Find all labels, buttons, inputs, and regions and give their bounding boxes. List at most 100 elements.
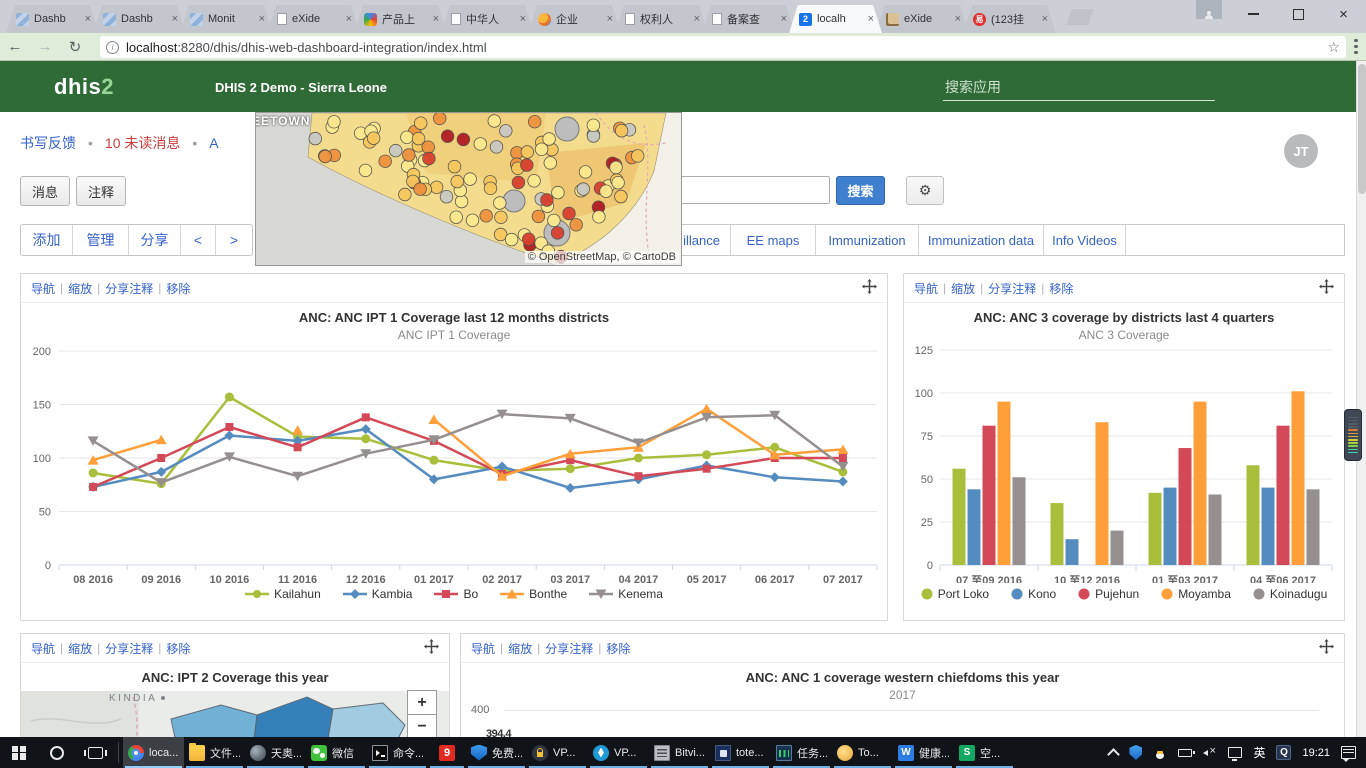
tab-close-icon[interactable]: ×: [692, 13, 702, 25]
taskbar-app-6-shield[interactable]: 免费...: [466, 737, 527, 768]
bookmark-star-icon[interactable]: ☆: [1327, 39, 1340, 56]
messages-button[interactable]: 消息: [20, 176, 70, 206]
close-button[interactable]: ×: [1321, 0, 1366, 28]
forward-button[interactable]: →: [30, 38, 60, 55]
browser-tab-9[interactable]: 2localh×: [789, 5, 882, 33]
legend-item-kenema[interactable]: Kenema: [589, 587, 663, 601]
tab-close-icon[interactable]: ×: [83, 13, 93, 25]
scrollbar-thumb[interactable]: [1358, 64, 1366, 194]
tab-close-icon[interactable]: ×: [518, 13, 528, 25]
taskbar-app-2-globe[interactable]: 天奥...: [245, 737, 306, 768]
panel-share-link[interactable]: 分享注释: [105, 280, 153, 297]
browser-tab-5[interactable]: 中华人×: [441, 5, 534, 33]
annotations-button[interactable]: 注释: [76, 176, 126, 206]
taskbar-app-12-tomcat[interactable]: To...: [832, 737, 893, 768]
taskbar-app-13-blueW[interactable]: W健康...: [893, 737, 954, 768]
panel-zoom-link[interactable]: 缩放: [68, 640, 92, 657]
panel-share-link[interactable]: 分享注释: [545, 640, 593, 657]
panel-remove-link[interactable]: 移除: [1049, 280, 1073, 297]
browser-tab-1[interactable]: Dashb×: [93, 5, 186, 33]
action-center-icon[interactable]: [1341, 746, 1356, 759]
legend-item-pujehun[interactable]: Pujehun: [1078, 587, 1139, 601]
legend-item-koinadugu[interactable]: Koinadugu: [1253, 587, 1327, 601]
next-button[interactable]: >: [216, 225, 252, 255]
browser-menu-icon[interactable]: [1354, 39, 1358, 55]
tab-close-icon[interactable]: ×: [344, 13, 354, 25]
tab-close-icon[interactable]: ×: [257, 13, 267, 25]
bubble-map[interactable]: [256, 113, 682, 266]
browser-profile-icon[interactable]: [1196, 0, 1222, 19]
maximize-button[interactable]: [1276, 0, 1321, 28]
legend-item-bonthe[interactable]: Bonthe: [500, 587, 567, 601]
task-view-button[interactable]: [76, 737, 114, 768]
cortana-button[interactable]: [38, 737, 76, 768]
tab-close-icon[interactable]: ×: [170, 13, 180, 25]
map-zoom-in-button[interactable]: +: [407, 690, 437, 715]
panel-nav-link[interactable]: 导航: [31, 640, 55, 657]
tray-battery-icon[interactable]: [1178, 749, 1192, 757]
dashboard-tab-ee-maps[interactable]: EE maps: [731, 225, 816, 255]
browser-tab-7[interactable]: 权利人×: [615, 5, 708, 33]
back-button[interactable]: ←: [0, 38, 30, 55]
legend-item-kambia[interactable]: Kambia: [343, 587, 413, 601]
browser-tab-8[interactable]: 备案查×: [702, 5, 795, 33]
page-scrollbar[interactable]: [1356, 61, 1366, 737]
map-popup[interactable]: EETOWN © OpenStreetMap, © CartoDB: [255, 112, 682, 266]
browser-tab-0[interactable]: Dashb×: [6, 5, 99, 33]
panel-move-icon[interactable]: [1319, 279, 1334, 297]
dhis-logo[interactable]: dhis2: [54, 74, 114, 100]
tray-expand-icon[interactable]: [1108, 748, 1121, 761]
add-button[interactable]: 添加: [21, 225, 73, 255]
panel-zoom-link[interactable]: 缩放: [951, 280, 975, 297]
tab-close-icon[interactable]: ×: [431, 13, 441, 25]
reload-button[interactable]: ↻: [60, 38, 90, 56]
settings-gear-button[interactable]: ⚙: [906, 176, 944, 205]
dashboard-tab-immunization-data[interactable]: Immunization data: [919, 225, 1044, 255]
panel-share-link[interactable]: 分享注释: [988, 280, 1036, 297]
panel-remove-link[interactable]: 移除: [166, 640, 190, 657]
tab-close-icon[interactable]: ×: [1040, 13, 1050, 25]
browser-tab-10[interactable]: eXide×: [876, 5, 969, 33]
tab-close-icon[interactable]: ×: [605, 13, 615, 25]
legend-item-moyamba[interactable]: Moyamba: [1161, 587, 1231, 601]
panel-zoom-link[interactable]: 缩放: [68, 280, 92, 297]
tray-network-icon[interactable]: [1228, 747, 1242, 758]
avatar[interactable]: JT: [1284, 134, 1318, 168]
omnibox[interactable]: i localhost:8280/dhis/dhis-web-dashboard…: [100, 36, 1346, 58]
line-chart-svg[interactable]: 05010015020008 201609 201610 201611 2016…: [21, 342, 887, 583]
taskbar-app-8-compass[interactable]: VP...: [588, 737, 649, 768]
page-info-icon[interactable]: i: [106, 41, 119, 54]
apps-grid-icon[interactable]: [1236, 140, 1258, 162]
tray-shield-icon[interactable]: [1129, 745, 1142, 760]
dashboard-tab-immunization[interactable]: Immunization: [816, 225, 919, 255]
tab-close-icon[interactable]: ×: [779, 13, 789, 25]
taskbar-app-0-chrome[interactable]: loca...: [123, 737, 184, 768]
browser-tab-11[interactable]: 易(123挂×: [963, 5, 1056, 33]
taskbar-app-11-taskmgr[interactable]: 任务...: [771, 737, 832, 768]
manage-button[interactable]: 管理: [73, 225, 129, 255]
feedback-link[interactable]: 书写反馈: [20, 133, 76, 153]
browser-tab-3[interactable]: eXide×: [267, 5, 360, 33]
prev-button[interactable]: <: [181, 225, 216, 255]
app-search-input[interactable]: [943, 77, 1215, 101]
taskbar-app-10-tote[interactable]: tote...: [710, 737, 771, 768]
taskbar-app-3-wechat[interactable]: 微信: [306, 737, 367, 768]
legend-item-kailahun[interactable]: Kailahun: [245, 587, 321, 601]
panel-move-icon[interactable]: [862, 279, 877, 297]
panel-zoom-link[interactable]: 缩放: [508, 640, 532, 657]
taskbar-app-14-greenS[interactable]: S空...: [954, 737, 1015, 768]
legend-item-port-loko[interactable]: Port Loko: [921, 587, 989, 601]
browser-tab-2[interactable]: Monit×: [180, 5, 273, 33]
taskbar-app-5-red9[interactable]: 9: [428, 737, 466, 768]
panel-remove-link[interactable]: 移除: [166, 280, 190, 297]
panel-remove-link[interactable]: 移除: [606, 640, 630, 657]
tray-clock[interactable]: 19:21: [1302, 747, 1330, 759]
partial-link[interactable]: A: [209, 135, 218, 151]
legend-item-kono[interactable]: Kono: [1011, 587, 1056, 601]
panel-nav-link[interactable]: 导航: [31, 280, 55, 297]
url-text[interactable]: localhost:8280/dhis/dhis-web-dashboard-i…: [126, 40, 1321, 55]
taskbar-app-7-lock[interactable]: VP...: [527, 737, 588, 768]
taskbar-app-1-folder[interactable]: 文件...: [184, 737, 245, 768]
browser-tab-6[interactable]: 企业×: [528, 5, 621, 33]
panel-nav-link[interactable]: 导航: [471, 640, 495, 657]
